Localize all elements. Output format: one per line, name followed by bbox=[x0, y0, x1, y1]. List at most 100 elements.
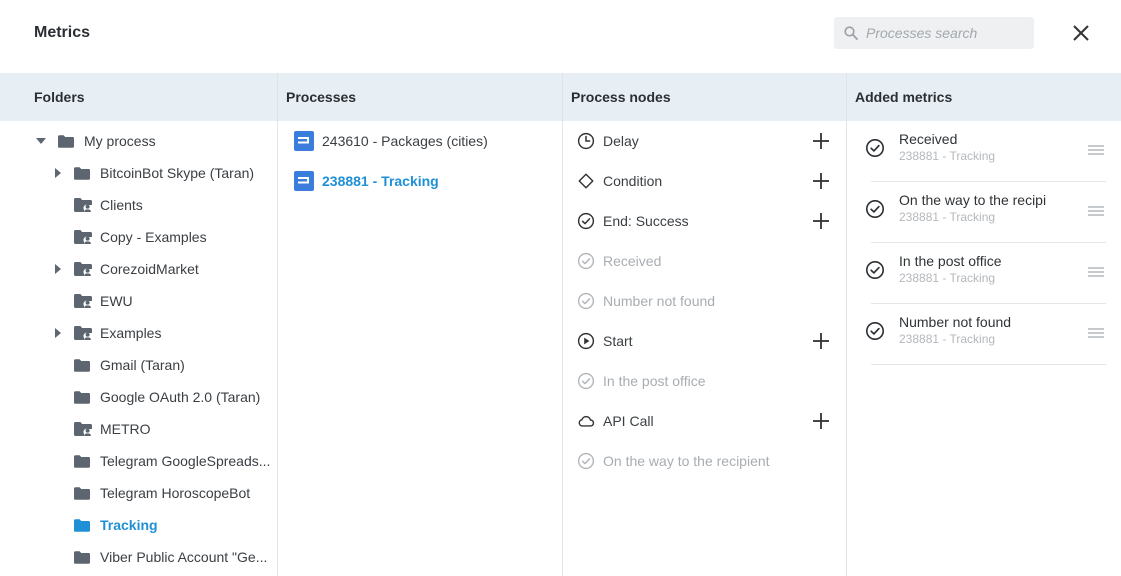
node-label: Condition bbox=[603, 173, 663, 189]
node-label: Delay bbox=[603, 133, 639, 149]
caret-right-icon[interactable] bbox=[54, 328, 62, 338]
add-node-plus-icon[interactable] bbox=[811, 331, 831, 351]
add-node-plus-icon[interactable] bbox=[811, 211, 831, 231]
node-item-delay[interactable]: Delay bbox=[577, 125, 639, 157]
process-label: 243610 - Packages (cities) bbox=[322, 133, 488, 149]
folder-item[interactable]: Examples bbox=[54, 317, 161, 349]
node-item-on-the-way-added: On the way to the recipient bbox=[577, 445, 770, 477]
metric-title: In the post office bbox=[899, 253, 1002, 269]
node-label: Received bbox=[603, 253, 662, 269]
search-input[interactable] bbox=[866, 17, 1030, 49]
folder-item[interactable]: EWU bbox=[74, 285, 133, 317]
check-circle-icon bbox=[577, 212, 595, 230]
process-label: 238881 - Tracking bbox=[322, 173, 439, 189]
check-circle-icon bbox=[865, 138, 885, 158]
folders-column-header: Folders bbox=[0, 73, 278, 121]
folder-item[interactable]: BitcoinBot Skype (Taran) bbox=[54, 157, 254, 189]
node-item-start[interactable]: Start bbox=[577, 325, 633, 357]
folder-item-tracking-selected[interactable]: Tracking bbox=[74, 509, 158, 541]
column-divider bbox=[562, 73, 563, 576]
check-circle-icon bbox=[865, 260, 885, 280]
nodes-heading: Process nodes bbox=[571, 89, 671, 105]
folder-item[interactable]: Telegram HoroscopeBot bbox=[74, 477, 250, 509]
play-circle-icon bbox=[577, 332, 595, 350]
node-label: In the post office bbox=[603, 373, 706, 389]
add-node-plus-icon[interactable] bbox=[811, 171, 831, 191]
shared-folder-icon bbox=[74, 294, 92, 308]
clock-icon bbox=[577, 132, 595, 150]
node-label: Number not found bbox=[603, 293, 716, 309]
nodes-column-header: Process nodes bbox=[563, 73, 847, 121]
node-item-condition[interactable]: Condition bbox=[577, 165, 662, 197]
diamond-icon bbox=[578, 173, 594, 189]
node-item-number-not-found-added: Number not found bbox=[577, 285, 715, 317]
check-circle-icon bbox=[577, 252, 595, 270]
folders-heading: Folders bbox=[34, 89, 85, 105]
add-node-plus-icon[interactable] bbox=[811, 131, 831, 151]
folder-icon bbox=[74, 551, 90, 564]
metric-item[interactable]: Number not found 238881 - Tracking bbox=[871, 304, 1106, 365]
folder-icon bbox=[74, 359, 90, 372]
close-icon[interactable] bbox=[1070, 22, 1092, 44]
drag-handle-icon[interactable] bbox=[1088, 328, 1104, 338]
metric-title: On the way to the recipi bbox=[899, 192, 1047, 208]
process-search[interactable] bbox=[834, 17, 1034, 49]
metric-subtitle: 238881 - Tracking bbox=[899, 271, 996, 285]
node-item-api-call[interactable]: API Call bbox=[577, 405, 654, 437]
column-divider bbox=[846, 73, 847, 576]
folder-label: BitcoinBot Skype (Taran) bbox=[100, 165, 255, 181]
caret-down-icon[interactable] bbox=[36, 137, 46, 145]
shared-folder-icon bbox=[74, 198, 92, 212]
folder-label: CorezoidMarket bbox=[100, 261, 199, 277]
folder-label: Google OAuth 2.0 (Taran) bbox=[100, 389, 261, 405]
node-item-in-post-office-added: In the post office bbox=[577, 365, 705, 397]
folder-item[interactable]: Telegram GoogleSpreads... bbox=[74, 445, 270, 477]
folder-icon bbox=[74, 519, 90, 532]
search-icon bbox=[844, 26, 858, 40]
folder-item[interactable]: Copy - Examples bbox=[74, 221, 207, 253]
process-item[interactable]: 243610 - Packages (cities) bbox=[294, 125, 488, 157]
column-divider bbox=[277, 73, 278, 576]
folder-label: EWU bbox=[100, 293, 133, 309]
metric-item[interactable]: On the way to the recipi 238881 - Tracki… bbox=[871, 182, 1106, 243]
folder-label: Clients bbox=[100, 197, 143, 213]
caret-right-icon[interactable] bbox=[54, 168, 62, 178]
folder-item[interactable]: Google OAuth 2.0 (Taran) bbox=[74, 381, 260, 413]
node-label: Start bbox=[603, 333, 633, 349]
metric-subtitle: 238881 - Tracking bbox=[899, 210, 996, 224]
process-icon bbox=[294, 171, 314, 191]
metric-item[interactable]: Received 238881 - Tracking bbox=[871, 121, 1106, 182]
folder-item-my-process[interactable]: My process bbox=[36, 125, 156, 157]
caret-right-icon[interactable] bbox=[54, 264, 62, 274]
process-item-selected[interactable]: 238881 - Tracking bbox=[294, 165, 439, 197]
folder-label: METRO bbox=[100, 421, 151, 437]
folder-item[interactable]: Viber Public Account "Ge... bbox=[74, 541, 267, 573]
folder-label: Gmail (Taran) bbox=[100, 357, 185, 373]
folder-icon bbox=[58, 135, 74, 148]
drag-handle-icon[interactable] bbox=[1088, 145, 1104, 155]
shared-folder-icon bbox=[74, 230, 92, 244]
check-circle-icon bbox=[577, 372, 595, 390]
folder-label: Copy - Examples bbox=[100, 229, 207, 245]
folder-icon bbox=[74, 487, 90, 500]
folder-item[interactable]: Clients bbox=[74, 189, 143, 221]
check-circle-icon bbox=[577, 452, 595, 470]
check-circle-icon bbox=[577, 292, 595, 310]
check-circle-icon bbox=[865, 199, 885, 219]
processes-heading: Processes bbox=[286, 89, 357, 105]
folder-label: Telegram GoogleSpreads... bbox=[100, 453, 271, 469]
metric-item[interactable]: In the post office 238881 - Tracking bbox=[871, 243, 1106, 304]
folder-item[interactable]: CorezoidMarket bbox=[54, 253, 199, 285]
folder-label: Telegram HoroscopeBot bbox=[100, 485, 251, 501]
folder-icon bbox=[74, 455, 90, 468]
drag-handle-icon[interactable] bbox=[1088, 267, 1104, 277]
drag-handle-icon[interactable] bbox=[1088, 206, 1104, 216]
node-label: API Call bbox=[603, 413, 654, 429]
node-item-end-success[interactable]: End: Success bbox=[577, 205, 689, 237]
node-label: End: Success bbox=[603, 213, 689, 229]
folder-item[interactable]: METRO bbox=[74, 413, 151, 445]
dialog-header: Metrics bbox=[0, 0, 1121, 73]
shared-folder-icon bbox=[74, 262, 92, 276]
add-node-plus-icon[interactable] bbox=[811, 411, 831, 431]
folder-item[interactable]: Gmail (Taran) bbox=[74, 349, 185, 381]
